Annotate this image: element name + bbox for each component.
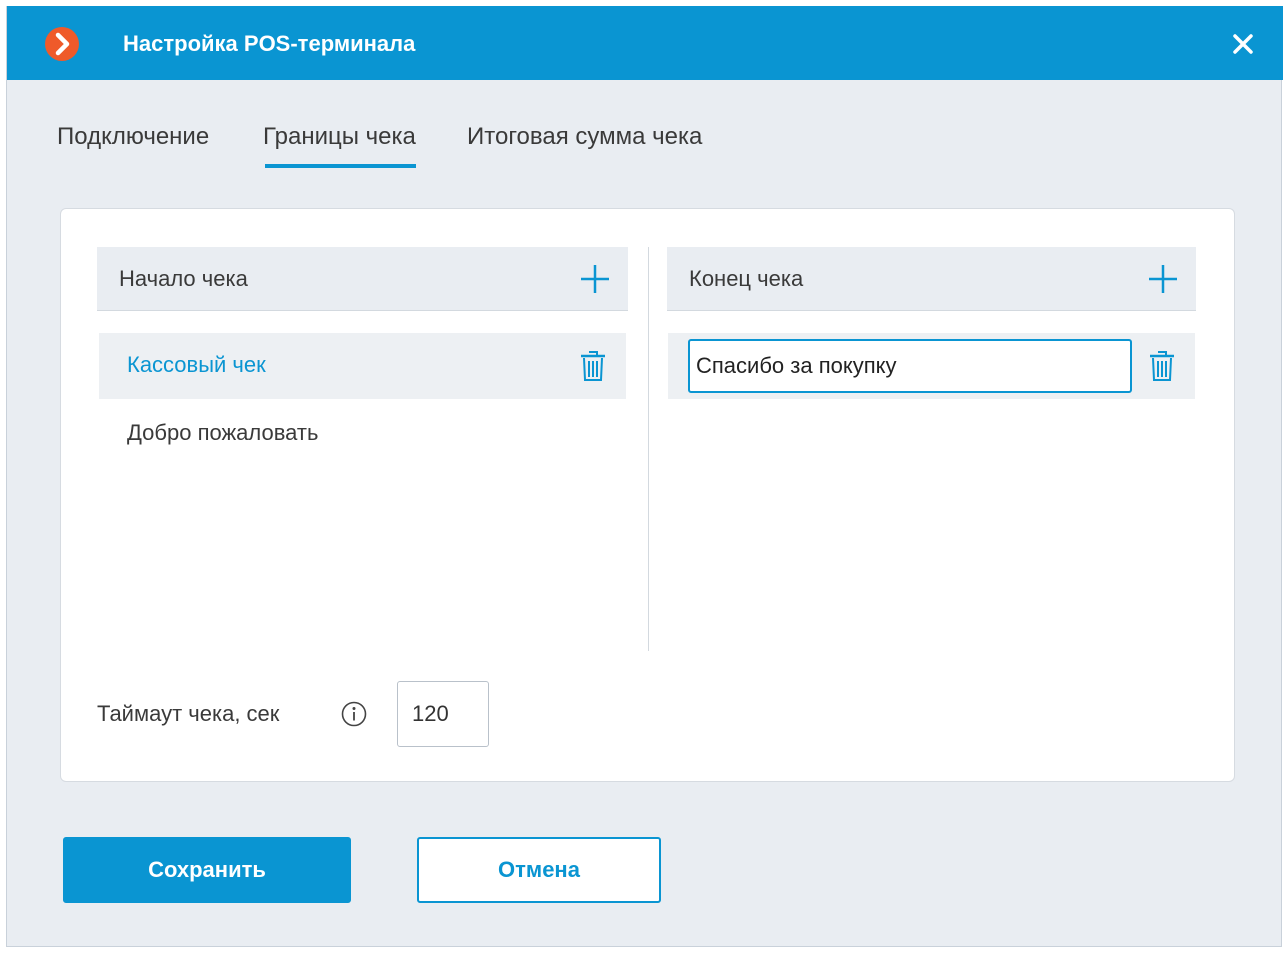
- start-header: Начало чека: [97, 247, 628, 311]
- tab-connection[interactable]: Подключение: [57, 116, 209, 158]
- start-item-label[interactable]: Добро пожаловать: [127, 417, 318, 449]
- timeout-label: Таймаут чека, сек: [97, 701, 280, 726]
- start-item-label[interactable]: Кассовый чек: [127, 349, 266, 381]
- add-start-plus-icon[interactable]: [579, 263, 611, 295]
- dialog-title: Настройка POS-терминала: [123, 31, 416, 56]
- start-list-item[interactable]: Добро пожаловать: [99, 401, 626, 467]
- column-divider: [648, 247, 649, 651]
- title-bar: Настройка POS-терминала: [7, 6, 1283, 80]
- end-header-title: Конец чека: [689, 266, 804, 291]
- pos-settings-dialog: Настройка POS-терминала Подключение Гран…: [6, 6, 1283, 947]
- cancel-button[interactable]: Отмена: [417, 837, 661, 903]
- tab-bar: Подключение Границы чека Итоговая сумма …: [7, 116, 1283, 180]
- tab-receipt-boundaries[interactable]: Границы чека: [263, 116, 416, 168]
- tab-receipt-total[interactable]: Итоговая сумма чека: [467, 116, 702, 158]
- end-item-edit-field[interactable]: [688, 339, 1132, 393]
- end-header: Конец чека: [667, 247, 1196, 311]
- start-list-item[interactable]: Кассовый чек: [99, 333, 626, 399]
- delete-trash-icon[interactable]: [579, 349, 607, 383]
- add-end-plus-icon[interactable]: [1147, 263, 1179, 295]
- end-list-item[interactable]: [668, 333, 1195, 399]
- save-button[interactable]: Сохранить: [63, 837, 351, 903]
- app-logo-icon: [45, 27, 79, 61]
- info-icon[interactable]: [341, 701, 367, 727]
- close-icon[interactable]: [1227, 28, 1259, 60]
- delete-trash-icon[interactable]: [1148, 349, 1176, 383]
- start-header-title: Начало чека: [119, 266, 248, 291]
- timeout-input[interactable]: [397, 681, 489, 747]
- boundaries-panel: Начало чека Кассовый чек Добро пожаловат…: [60, 208, 1235, 782]
